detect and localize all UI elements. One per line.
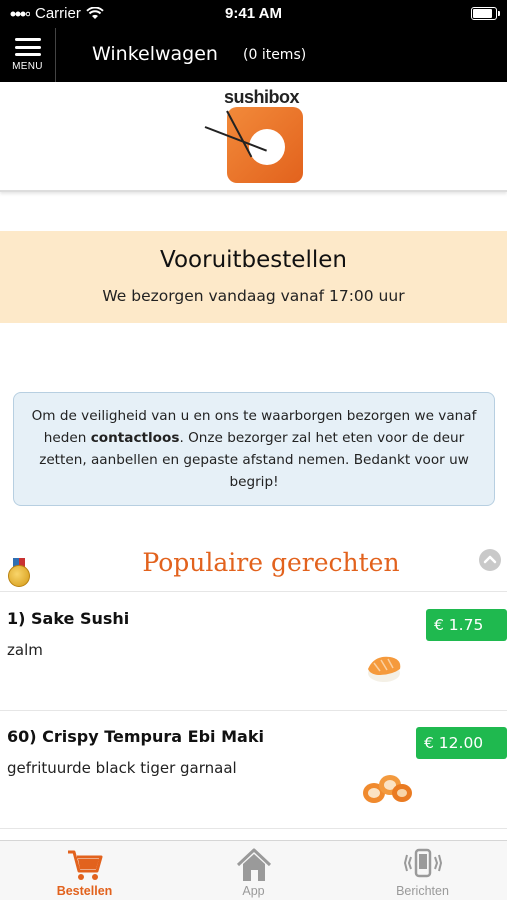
dish-name: 60) Crispy Tempura Ebi Maki <box>7 727 264 746</box>
bottom-tab-bar: Bestellen App Berichten <box>0 840 507 900</box>
safety-notice: Om de veiligheid van u en ons te waarbor… <box>13 392 495 506</box>
menu-button[interactable]: MENU <box>0 28 56 82</box>
logo-text: sushibox <box>224 87 300 107</box>
app-header: MENU Winkelwagen (0 items) <box>0 28 507 82</box>
banner-title: Vooruitbestellen <box>160 247 347 273</box>
dish-description: zalm <box>7 641 43 659</box>
price-button[interactable]: € 12.00 + <box>416 727 507 784</box>
status-bar: Carrier 9:41 AM <box>0 0 507 28</box>
dish-row[interactable]: 1) Sake Sushi zalm € 1.75 + <box>0 593 507 711</box>
tab-label: Berichten <box>396 884 449 898</box>
preorder-banner: Vooruitbestellen We bezorgen vandaag van… <box>0 231 507 323</box>
sake-sushi-image <box>368 656 401 682</box>
price-button[interactable]: € 1.75 + <box>426 609 507 666</box>
hamburger-icon <box>14 38 41 56</box>
dish-description: gefrituurde black tiger garnaal <box>7 759 237 777</box>
tab-label: App <box>242 884 265 898</box>
logo-area: sushibox <box>0 82 507 192</box>
banner-subtitle: We bezorgen vandaag vanaf 17:00 uur <box>102 287 405 305</box>
cart-item-count[interactable]: (0 items) <box>243 47 306 63</box>
tab-bestellen[interactable]: Bestellen <box>0 841 169 900</box>
tab-label: Bestellen <box>56 884 113 898</box>
battery-icon <box>471 7 500 20</box>
dish-name: 1) Sake Sushi <box>7 609 130 628</box>
tab-berichten[interactable]: Berichten <box>338 841 507 900</box>
cart-icon <box>68 850 103 880</box>
notice-bold: contactloos <box>90 430 180 446</box>
ebi-maki-image <box>363 775 412 803</box>
section-title: Populaire gerechten <box>142 548 400 577</box>
chevron-up-icon[interactable] <box>479 549 501 571</box>
tab-app[interactable]: App <box>169 841 338 900</box>
home-icon <box>236 848 272 881</box>
phone-vibrate-icon <box>404 848 442 878</box>
popular-section-header: Populaire gerechten <box>0 540 507 592</box>
sushibox-logo <box>227 107 303 183</box>
status-time: 9:41 AM <box>225 5 282 22</box>
page-title[interactable]: Winkelwagen <box>92 43 218 65</box>
dish-row[interactable]: 60) Crispy Tempura Ebi Maki gefrituurde … <box>0 711 507 829</box>
menu-label: MENU <box>12 61 43 72</box>
